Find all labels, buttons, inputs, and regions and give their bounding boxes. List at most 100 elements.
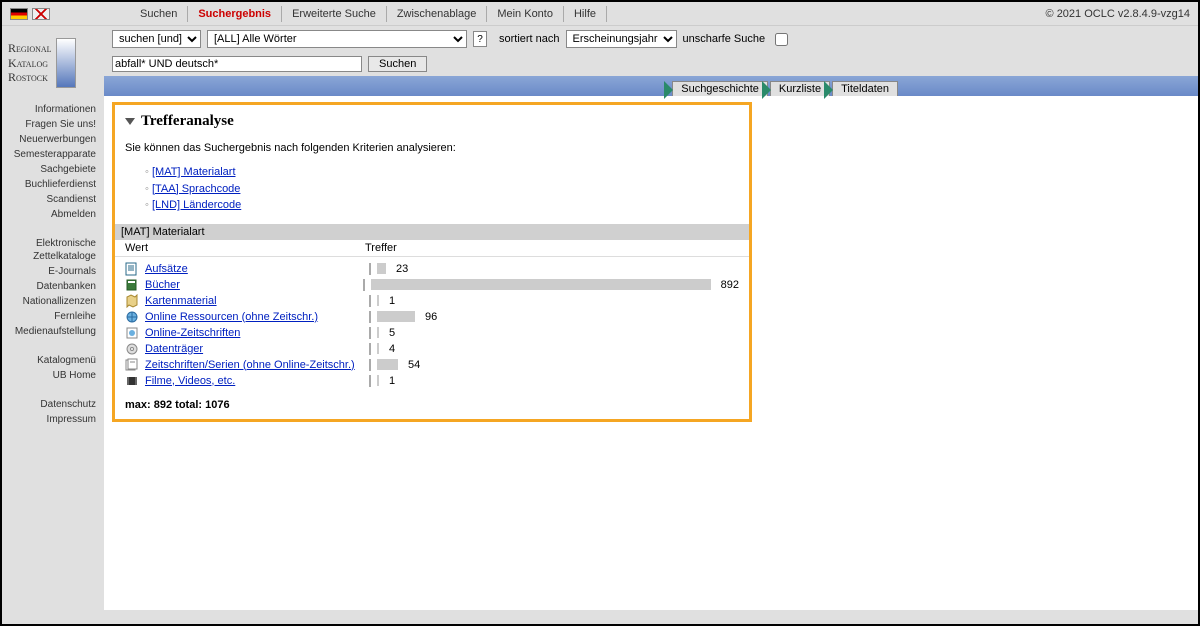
sidebar-item-fragen-sie-uns-[interactable]: Fragen Sie uns!	[6, 117, 100, 132]
col-wert: Wert	[115, 242, 365, 254]
book-icon	[125, 278, 139, 292]
bar-separator	[369, 311, 371, 323]
topnav-mein-konto[interactable]: Mein Konto	[487, 6, 564, 22]
bar-separator	[369, 295, 371, 307]
filter-link[interactable]: [MAT] Materialart	[152, 166, 236, 178]
filter-link[interactable]: [TAA] Sprachcode	[152, 183, 240, 195]
map-icon	[125, 294, 139, 308]
tab-titeldaten[interactable]: Titeldaten	[832, 81, 898, 96]
result-row: Aufsätze 23	[125, 261, 739, 277]
result-link[interactable]: Zeitschriften/Serien (ohne Online-Zeitsc…	[145, 359, 355, 371]
topnav-suchen[interactable]: Suchen	[130, 6, 188, 22]
help-icon[interactable]: ?	[473, 31, 487, 47]
field-select[interactable]: [ALL] Alle Wörter	[207, 30, 467, 48]
filter-list: [MAT] Materialart [TAA] Sprachcode [LND] L…	[145, 164, 739, 214]
result-link[interactable]: Kartenmaterial	[145, 295, 217, 307]
fuzzy-checkbox[interactable]	[775, 33, 788, 46]
result-row: Online-Zeitschriften5	[125, 325, 739, 341]
analysis-desc: Sie können das Suchergebnis nach folgend…	[125, 142, 739, 154]
flag-de-icon[interactable]	[10, 8, 28, 20]
bool-select[interactable]: suchen [und]	[112, 30, 201, 48]
logo-line-2: Katalog	[8, 56, 52, 70]
sidebar-group-1: InformationenFragen Sie uns!Neuerwerbung…	[6, 102, 100, 222]
sidebar-item-abmelden[interactable]: Abmelden	[6, 207, 100, 222]
bar-separator	[369, 359, 371, 371]
sort-label: sortiert nach	[499, 33, 560, 45]
result-bar	[377, 327, 379, 338]
top-bar: SuchenSuchergebnisErweiterte SucheZwisch…	[2, 2, 1198, 26]
search-button[interactable]: Suchen	[368, 56, 427, 72]
blue-bar: SuchgeschichteKurzlisteTiteldaten	[104, 76, 1198, 96]
bar-separator	[369, 375, 371, 387]
sidebar-item-neuerwerbungen[interactable]: Neuerwerbungen	[6, 132, 100, 147]
result-bar	[377, 343, 379, 354]
bar-separator	[369, 343, 371, 355]
result-rows: Aufsätze 23 Bücher 892 Kartenmaterial 1 Online…	[125, 261, 739, 389]
result-value: 1	[389, 295, 395, 307]
result-bar	[371, 279, 711, 290]
topnav-zwischenablage[interactable]: Zwischenablage	[387, 6, 488, 22]
main-area: suchen [und] [ALL] Alle Wörter ? sortier…	[104, 26, 1198, 624]
logo-line-1: Regional	[8, 41, 52, 55]
logo-gradient-icon	[56, 38, 76, 88]
summary: max: 892 total: 1076	[125, 399, 739, 411]
result-row: Bücher 892	[125, 277, 739, 293]
result-link[interactable]: Online-Zeitschriften	[145, 327, 240, 339]
sidebar-item-scandienst[interactable]: Scandienst	[6, 192, 100, 207]
sidebar-item-fernleihe[interactable]: Fernleihe	[6, 309, 100, 324]
result-value: 54	[408, 359, 420, 371]
tabs: SuchgeschichteKurzlisteTiteldaten	[672, 81, 898, 96]
result-row: Zeitschriften/Serien (ohne Online-Zeitsc…	[125, 357, 739, 373]
sidebar-item-datenschutz[interactable]: Datenschutz	[6, 397, 100, 412]
sidebar-group-2: Elektronische ZettelkatalogeE-JournalsDa…	[6, 236, 100, 339]
topnav-suchergebnis[interactable]: Suchergebnis	[188, 6, 282, 22]
result-bar	[377, 311, 415, 322]
result-link[interactable]: Aufsätze	[145, 263, 188, 275]
online-icon	[125, 310, 139, 324]
sidebar-item-elektronische-zettelkataloge[interactable]: Elektronische Zettelkataloge	[6, 236, 100, 264]
disc-icon	[125, 342, 139, 356]
serial-icon	[125, 358, 139, 372]
sidebar-item-medienaufstellung[interactable]: Medienaufstellung	[6, 324, 100, 339]
sidebar-group-3: KatalogmenüUB Home	[6, 353, 100, 383]
result-value: 892	[721, 279, 739, 291]
logo: Regional Katalog Rostock	[6, 34, 100, 102]
result-bar	[377, 375, 379, 386]
topnav-erweiterte-suche[interactable]: Erweiterte Suche	[282, 6, 387, 22]
sidebar-item-datenbanken[interactable]: Datenbanken	[6, 279, 100, 294]
analysis-panel: Trefferanalyse Sie können das Suchergebn…	[112, 102, 752, 422]
result-row: Datenträger4	[125, 341, 739, 357]
top-nav: SuchenSuchergebnisErweiterte SucheZwisch…	[130, 6, 607, 22]
tab-suchgeschichte[interactable]: Suchgeschichte	[672, 81, 768, 96]
sidebar-item-ub-home[interactable]: UB Home	[6, 368, 100, 383]
sort-select[interactable]: Erscheinungsjahr	[566, 30, 677, 48]
collapse-icon[interactable]	[125, 118, 135, 125]
sidebar-item-katalogmen-[interactable]: Katalogmenü	[6, 353, 100, 368]
col-treffer: Treffer	[365, 242, 397, 254]
result-link[interactable]: Bücher	[145, 279, 180, 291]
filter-link[interactable]: [LND] Ländercode	[152, 199, 241, 211]
flag-en-icon[interactable]	[32, 8, 50, 20]
result-link[interactable]: Online Ressourcen (ohne Zeitschr.)	[145, 311, 318, 323]
topnav-hilfe[interactable]: Hilfe	[564, 6, 607, 22]
sidebar-item-sachgebiete[interactable]: Sachgebiete	[6, 162, 100, 177]
sidebar-item-semesterapparate[interactable]: Semesterapparate	[6, 147, 100, 162]
result-bar	[377, 295, 379, 306]
article-icon	[125, 262, 139, 276]
sidebar-item-nationallizenzen[interactable]: Nationallizenzen	[6, 294, 100, 309]
sidebar-item-buchlieferdienst[interactable]: Buchlieferdienst	[6, 177, 100, 192]
search-input[interactable]	[112, 56, 362, 72]
result-value: 1	[389, 375, 395, 387]
tab-kurzliste[interactable]: Kurzliste	[770, 81, 830, 96]
sidebar-item-e-journals[interactable]: E-Journals	[6, 264, 100, 279]
bar-separator	[369, 327, 371, 339]
result-value: 23	[396, 263, 408, 275]
sidebar-item-impressum[interactable]: Impressum	[6, 412, 100, 427]
ejournal-icon	[125, 326, 139, 340]
result-link[interactable]: Filme, Videos, etc.	[145, 375, 235, 387]
result-row: Filme, Videos, etc. 1	[125, 373, 739, 389]
film-icon	[125, 374, 139, 388]
sidebar-item-informationen[interactable]: Informationen	[6, 102, 100, 117]
result-bar	[377, 359, 398, 370]
result-link[interactable]: Datenträger	[145, 343, 203, 355]
